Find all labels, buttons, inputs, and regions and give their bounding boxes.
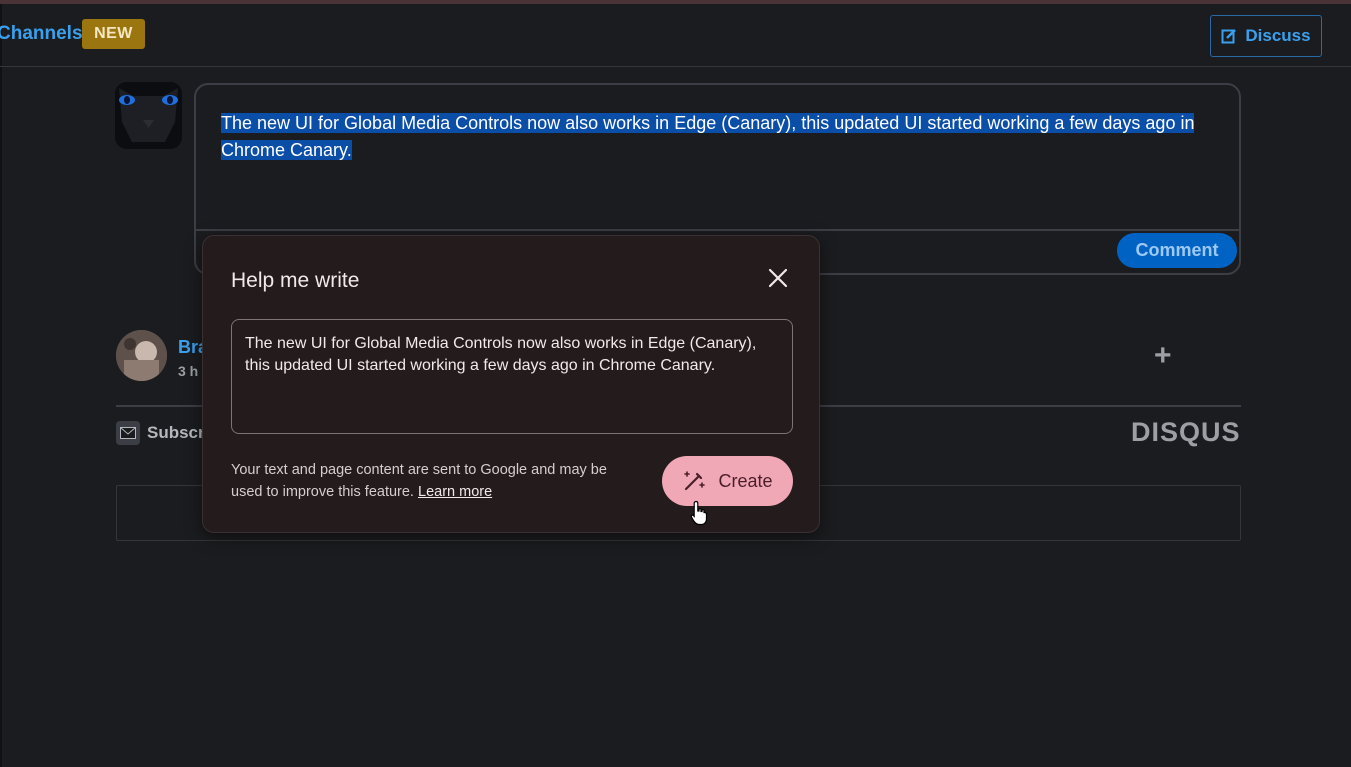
- create-button[interactable]: Create: [662, 456, 793, 506]
- privacy-note: Your text and page content are sent to G…: [231, 459, 621, 503]
- cat-avatar-image: [115, 82, 182, 149]
- hand-pointer-icon: [690, 500, 708, 526]
- commenter-avatar[interactable]: [116, 330, 167, 381]
- comment-time[interactable]: 3 h: [178, 363, 198, 379]
- edit-icon: [1221, 29, 1237, 44]
- discuss-label: Discuss: [1245, 26, 1311, 45]
- learn-more-link[interactable]: Learn more: [418, 484, 492, 500]
- user-avatar[interactable]: [115, 82, 182, 149]
- expand-plus-button[interactable]: +: [1154, 339, 1172, 373]
- discuss-button[interactable]: Discuss: [1210, 15, 1322, 57]
- prompt-textarea[interactable]: The new UI for Global Media Controls now…: [231, 319, 793, 434]
- create-label: Create: [718, 470, 773, 491]
- help-me-write-dialog: Help me write The new UI for Global Medi…: [202, 235, 820, 533]
- commenter-avatar-image: [116, 330, 167, 381]
- subscribe-link[interactable]: Subscr: [147, 423, 205, 443]
- left-edge: [0, 4, 2, 767]
- close-icon[interactable]: [766, 266, 790, 290]
- composer-textarea[interactable]: The new UI for Global Media Controls now…: [221, 110, 1221, 164]
- disqus-logo[interactable]: DISQUS: [1131, 417, 1241, 448]
- new-badge: NEW: [82, 19, 145, 49]
- channels-link[interactable]: Channels: [0, 23, 83, 45]
- selected-text: The new UI for Global Media Controls now…: [221, 113, 1195, 160]
- composer-divider: [196, 229, 1239, 231]
- envelope-icon[interactable]: [116, 421, 140, 445]
- magic-pen-icon: [684, 471, 706, 491]
- comment-button[interactable]: Comment: [1117, 233, 1237, 268]
- dialog-title: Help me write: [231, 269, 360, 292]
- discussion-nav: Channels NEW Discuss: [0, 4, 1351, 67]
